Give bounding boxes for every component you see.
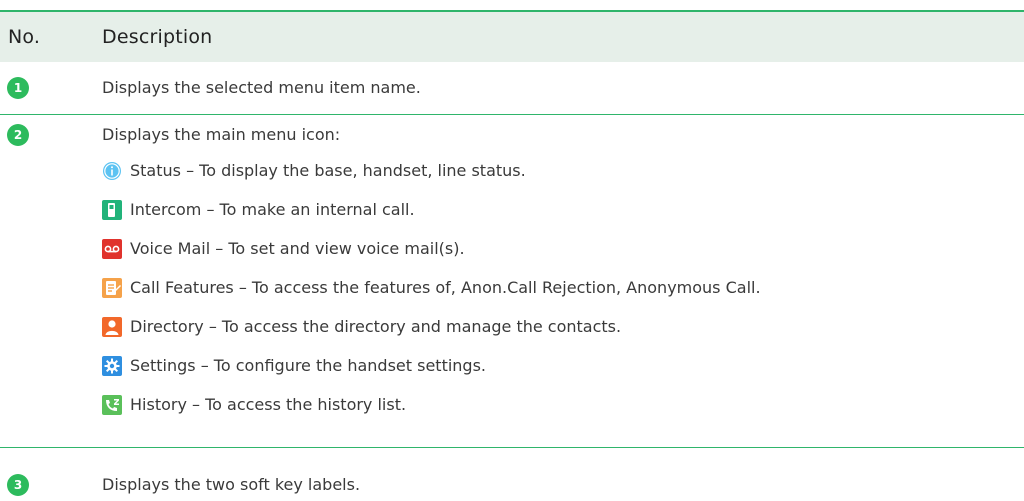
intercom-icon <box>102 200 122 220</box>
menu-item-text: Directory – To access the directory and … <box>130 317 622 336</box>
settings-icon <box>102 356 122 376</box>
menu-item-text: Call Features – To access the features o… <box>130 278 761 297</box>
history-icon <box>102 395 122 415</box>
row-divider <box>0 447 1024 448</box>
row-number-badge: 3 <box>7 474 29 496</box>
header-no: No. <box>8 26 41 48</box>
row-number-badge: 2 <box>7 124 29 146</box>
table-header: No. Description <box>0 12 1024 62</box>
menu-item-text: Settings – To configure the handset sett… <box>130 356 486 375</box>
row-description: Displays the main menu icon: <box>102 125 341 144</box>
voice-mail-icon <box>102 239 122 259</box>
menu-item-text: Voice Mail – To set and view voice mail(… <box>130 239 465 258</box>
header-description: Description <box>102 26 213 48</box>
menu-item-text: History – To access the history list. <box>130 395 407 414</box>
call-features-icon <box>102 278 122 298</box>
status-icon <box>102 161 122 181</box>
menu-item-text: Status – To display the base, handset, l… <box>130 161 526 180</box>
row-divider <box>0 114 1024 115</box>
row-description: Displays the selected menu item name. <box>102 78 421 97</box>
description-table: No. Description 1 Displays the selected … <box>0 0 1024 501</box>
menu-item-text: Intercom – To make an internal call. <box>130 200 415 219</box>
directory-icon <box>102 317 122 337</box>
row-number-badge: 1 <box>7 77 29 99</box>
row-description: Displays the two soft key labels. <box>102 475 361 494</box>
